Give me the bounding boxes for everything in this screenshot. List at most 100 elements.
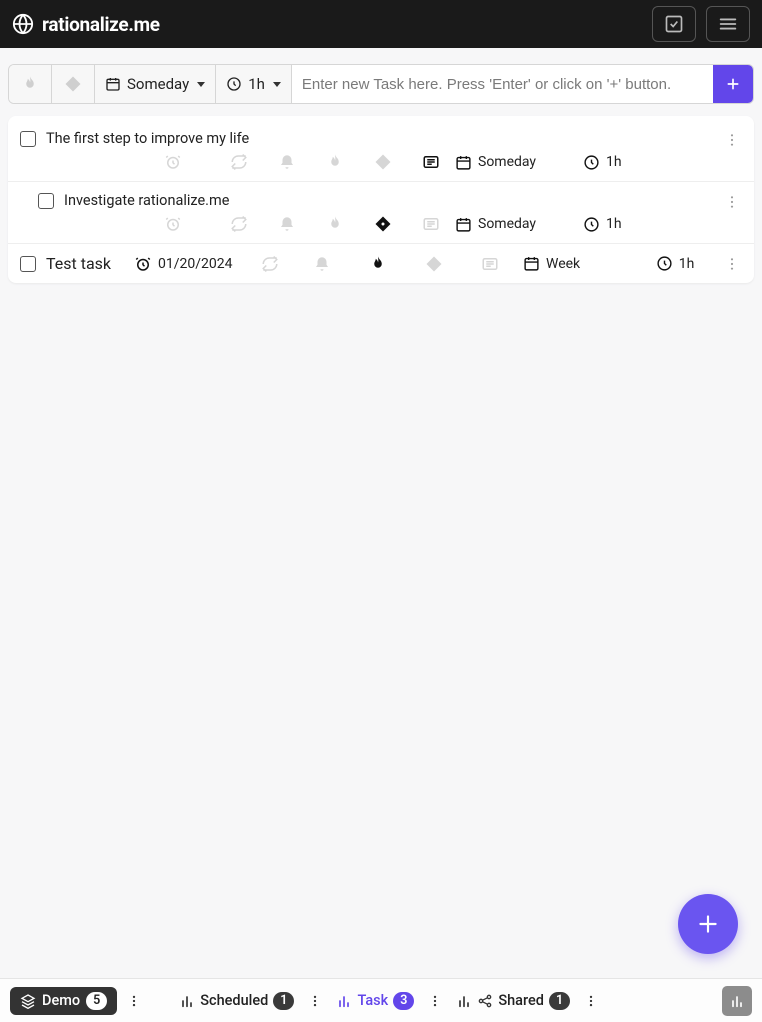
tab-scheduled[interactable]: Scheduled 1 — [175, 988, 298, 1014]
bell-icon — [278, 153, 296, 171]
dots-vertical-icon — [584, 994, 598, 1008]
demo-menu-button[interactable] — [123, 990, 145, 1012]
task-reminder-button[interactable] — [299, 255, 345, 273]
plus-icon — [695, 911, 721, 937]
task-menu-button[interactable] — [424, 990, 446, 1012]
task-alarm-date: 01/20/2024 — [158, 256, 233, 272]
task-checkbox[interactable] — [20, 256, 36, 272]
flame-icon — [369, 255, 387, 273]
task-duration-label: 1h — [606, 154, 622, 170]
task-duration-label: 1h — [606, 216, 622, 232]
task-menu-button[interactable] — [724, 132, 740, 148]
alarm-clock-icon — [164, 215, 182, 233]
dots-vertical-icon — [724, 194, 740, 210]
task-menu-button[interactable] — [724, 194, 740, 210]
task-alarm-button[interactable]: 01/20/2024 — [130, 255, 233, 273]
task-duration-button[interactable]: 1h — [583, 154, 673, 171]
task-notes-button[interactable] — [467, 255, 513, 273]
task-reminder-button[interactable] — [263, 215, 311, 233]
stats-button[interactable] — [722, 986, 752, 1016]
task-date-label: Week — [546, 256, 580, 272]
task-title[interactable]: Investigate rationalize.me — [64, 192, 229, 209]
calendar-icon — [455, 216, 472, 233]
date-picker-label: Someday — [127, 75, 189, 93]
task-date-button[interactable]: Someday — [455, 216, 583, 233]
task-title[interactable]: The first step to improve my life — [46, 130, 249, 147]
priority-diamond-icon — [374, 215, 392, 233]
tab-shared[interactable]: Shared 1 — [452, 988, 574, 1014]
priority-filter-button[interactable] — [52, 65, 95, 103]
chevron-down-icon — [197, 82, 205, 87]
task-repeat-button[interactable] — [251, 255, 289, 273]
task-date-label: Someday — [478, 216, 536, 232]
share-icon — [477, 993, 493, 1009]
alarm-clock-icon — [134, 255, 152, 273]
task-row: Investigate rationalize.me — [8, 182, 754, 244]
task-tab-label: Task — [357, 992, 388, 1009]
flame-icon — [326, 153, 344, 171]
task-count-badge: 3 — [393, 992, 414, 1010]
task-duration-label: 1h — [679, 256, 695, 272]
task-priority-button[interactable] — [411, 255, 457, 273]
task-menu-button[interactable] — [724, 256, 740, 272]
task-date-button[interactable]: Someday — [455, 154, 583, 171]
shared-label: Shared — [498, 992, 544, 1009]
task-notes-button[interactable] — [407, 215, 455, 233]
scheduled-label: Scheduled — [200, 992, 268, 1009]
demo-count-badge: 5 — [86, 992, 107, 1010]
scheduled-menu-button[interactable] — [304, 990, 326, 1012]
task-title[interactable]: Test task — [46, 254, 120, 273]
bar-chart-icon — [179, 993, 195, 1009]
task-flame-button[interactable] — [311, 153, 359, 171]
notes-icon — [422, 153, 440, 171]
task-flame-button[interactable] — [355, 255, 401, 273]
bar-chart-icon — [456, 993, 472, 1009]
task-duration-button[interactable]: 1h — [583, 216, 673, 233]
task-notes-button[interactable] — [407, 153, 455, 171]
repeat-icon — [261, 255, 279, 273]
date-picker-button[interactable]: Someday — [95, 65, 216, 103]
task-repeat-button[interactable] — [215, 215, 263, 233]
task-checkbox[interactable] — [20, 131, 36, 147]
tab-task[interactable]: Task 3 — [332, 988, 418, 1014]
task-row: Test task 01/20/2024 Week 1h — [8, 244, 754, 279]
bar-chart-icon — [336, 993, 352, 1009]
add-task-button[interactable] — [713, 65, 753, 103]
clock-icon — [226, 76, 242, 92]
shared-count-badge: 1 — [549, 992, 570, 1010]
check-square-icon — [664, 14, 684, 34]
dots-vertical-icon — [428, 994, 442, 1008]
bar-chart-icon — [729, 993, 745, 1009]
repeat-icon — [230, 153, 248, 171]
shared-menu-button[interactable] — [580, 990, 602, 1012]
demo-project-button[interactable]: Demo 5 — [10, 987, 117, 1015]
plus-icon — [725, 76, 741, 92]
fab-add-button[interactable] — [678, 894, 738, 954]
alarm-clock-icon — [164, 153, 182, 171]
task-date-button[interactable]: Week — [523, 255, 646, 272]
task-checkbox[interactable] — [38, 193, 54, 209]
priority-diamond-icon — [425, 255, 443, 273]
brand[interactable]: rationalize.me — [12, 13, 160, 36]
task-flame-button[interactable] — [311, 215, 359, 233]
duration-picker-button[interactable]: 1h — [216, 65, 292, 103]
scheduled-count-badge: 1 — [273, 992, 294, 1010]
task-list: The first step to improve my life — [8, 116, 754, 283]
menu-button[interactable] — [706, 6, 750, 42]
notes-icon — [481, 255, 499, 273]
flame-icon — [326, 215, 344, 233]
priority-diamond-icon — [64, 75, 82, 93]
task-repeat-button[interactable] — [215, 153, 263, 171]
check-button[interactable] — [652, 6, 696, 42]
task-reminder-button[interactable] — [263, 153, 311, 171]
task-priority-button[interactable] — [359, 153, 407, 171]
task-priority-button[interactable] — [359, 215, 407, 233]
flame-filter-button[interactable] — [9, 65, 52, 103]
task-alarm-button[interactable] — [160, 153, 215, 171]
duration-picker-label: 1h — [248, 75, 265, 93]
task-alarm-button[interactable] — [160, 215, 215, 233]
new-task-toolbar: Someday 1h — [8, 64, 754, 104]
repeat-icon — [230, 215, 248, 233]
new-task-input[interactable] — [292, 65, 713, 103]
layers-icon — [20, 993, 36, 1009]
